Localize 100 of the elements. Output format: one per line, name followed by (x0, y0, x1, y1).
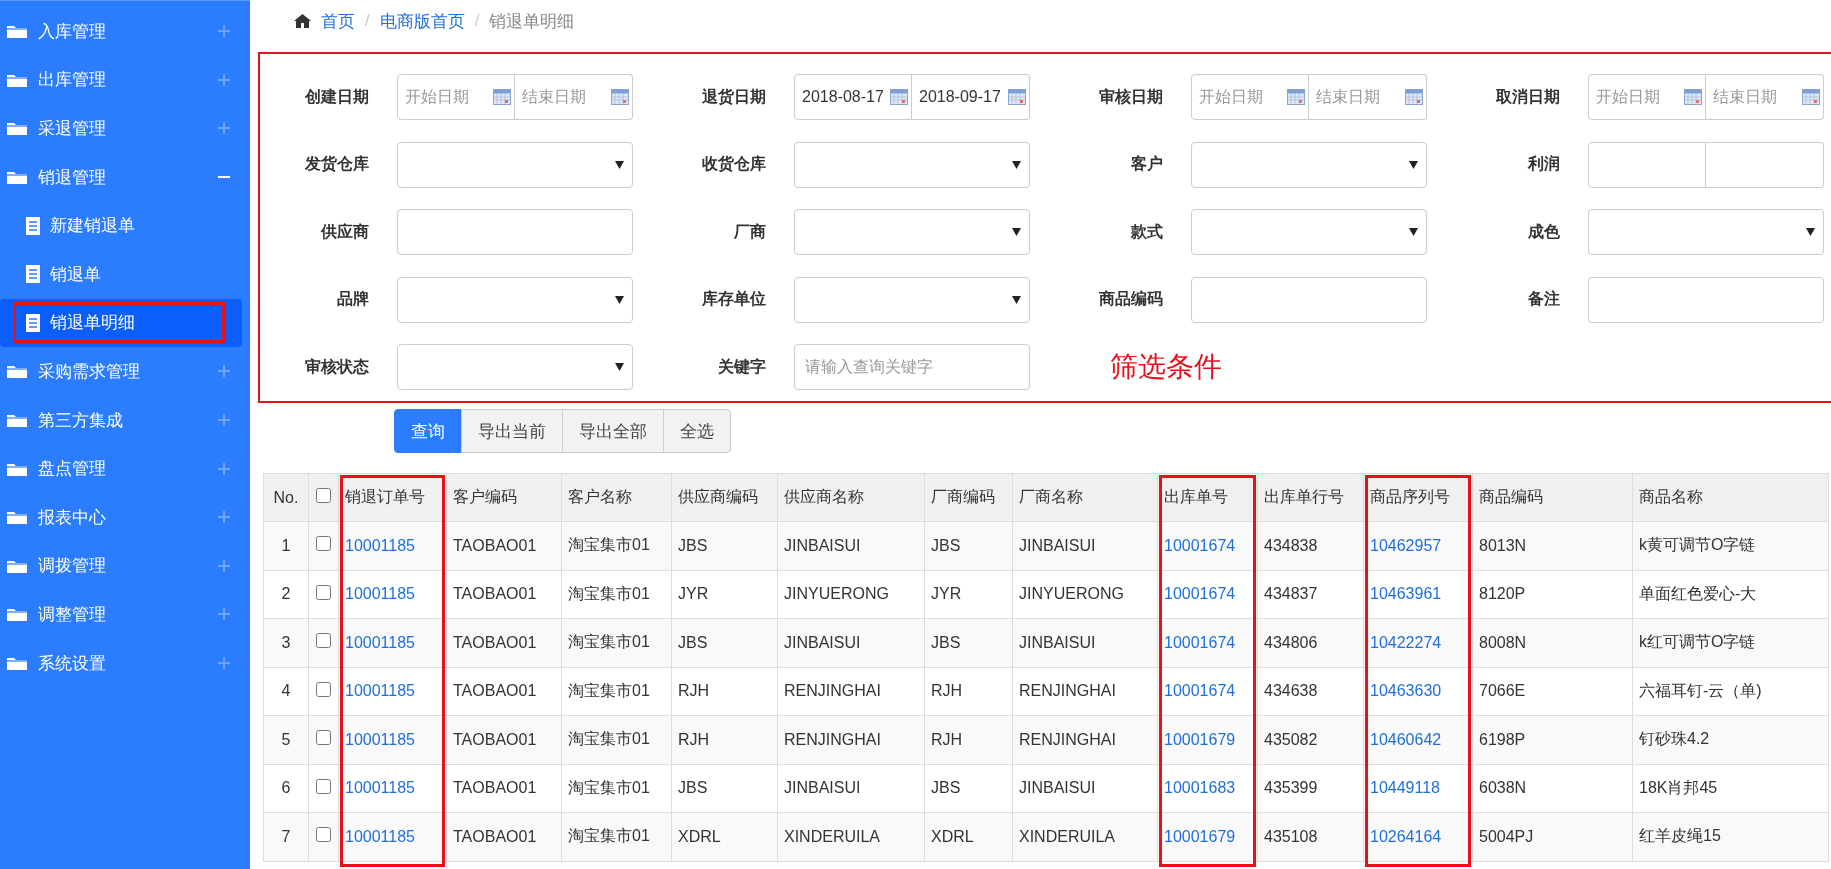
input-field[interactable] (397, 209, 633, 255)
home-icon[interactable] (294, 14, 311, 28)
expand-icon[interactable] (218, 365, 230, 378)
max-input-field[interactable] (1706, 141, 1824, 188)
row-checkbox[interactable] (316, 681, 331, 697)
breadcrumb-link[interactable]: 电商版首页 (379, 9, 465, 33)
toolbar-button[interactable]: 导出全部 (562, 409, 664, 453)
date-field[interactable]: 开始日期 (397, 74, 515, 120)
sidebar-item[interactable]: 入库管理 (0, 7, 250, 56)
expand-icon[interactable] (218, 414, 230, 427)
input-field[interactable] (1588, 276, 1824, 323)
expand-icon[interactable] (218, 25, 230, 38)
calendar-icon[interactable] (1684, 89, 1702, 105)
sidebar-subitem[interactable]: 销退单明细 (0, 298, 242, 348)
row-number: 6 (263, 764, 309, 813)
table-cell: 434806 (1257, 618, 1364, 667)
sidebar-item[interactable]: 出库管理 (0, 55, 250, 105)
column-header: 客户编码 (446, 473, 562, 522)
date-field[interactable]: 结束日期 (1309, 74, 1427, 120)
sidebar-item[interactable]: 第三方集成 (0, 395, 250, 445)
row-checkbox[interactable] (316, 730, 331, 746)
folder-icon (6, 120, 28, 137)
expand-icon[interactable] (218, 122, 230, 135)
sidebar-item[interactable]: 盘点管理 (0, 444, 250, 493)
select-field[interactable] (397, 276, 633, 323)
table-cell: 434838 (1257, 521, 1364, 570)
select-field[interactable] (397, 344, 633, 390)
toolbar-button[interactable]: 全选 (663, 409, 731, 453)
expand-icon[interactable] (218, 559, 230, 572)
sidebar-item[interactable]: 销退管理 (0, 152, 250, 202)
table-cell: 435399 (1257, 764, 1364, 813)
sidebar-subitem[interactable]: 销退单 (0, 249, 242, 299)
breadcrumb-link[interactable]: 首页 (321, 9, 355, 33)
filter-label: 创建日期 (304, 86, 369, 107)
expand-icon[interactable] (218, 657, 230, 669)
folder-icon (6, 412, 28, 429)
date-field[interactable]: 开始日期 (1588, 74, 1706, 120)
document-icon (26, 216, 40, 235)
row-checkbox[interactable] (316, 584, 331, 600)
calendar-icon[interactable] (890, 89, 908, 105)
min-input-field[interactable] (1588, 141, 1706, 188)
calendar-icon[interactable] (1405, 89, 1423, 105)
select-field[interactable] (794, 276, 1030, 323)
annotation-label: 筛选条件 (1109, 350, 1223, 384)
row-checkbox[interactable] (316, 827, 331, 843)
expand-icon[interactable] (218, 462, 230, 475)
breadcrumb-current[interactable]: 销退单明细 (489, 9, 575, 33)
filter-label: 成色 (1527, 221, 1560, 242)
column-header: 厂商编码 (924, 473, 1013, 522)
table-cell: XINDERUILA (1012, 812, 1158, 861)
table-cell: RENJINGHAI (777, 667, 925, 716)
table-cell: JBS (924, 764, 1013, 813)
select-field[interactable] (1191, 141, 1427, 188)
date-field[interactable]: 结束日期 (515, 74, 633, 120)
row-checkbox[interactable] (316, 536, 331, 552)
row-checkbox[interactable] (316, 633, 331, 649)
input-field[interactable]: 请输入查询关键字 (794, 344, 1030, 390)
calendar-icon[interactable] (1287, 89, 1305, 105)
input-field[interactable] (1191, 276, 1427, 323)
sidebar-item[interactable]: 调整管理 (0, 590, 250, 639)
folder-icon (6, 606, 28, 623)
calendar-icon[interactable] (1802, 89, 1820, 105)
sidebar-item[interactable]: 系统设置 (0, 638, 250, 688)
date-field[interactable]: 2018-08-17 (794, 74, 912, 120)
table-cell: JBS (671, 618, 778, 667)
table-cell: 淘宝集市01 (561, 521, 672, 570)
expand-icon[interactable] (218, 511, 230, 524)
calendar-icon[interactable] (493, 89, 511, 105)
toolbar-button[interactable]: 查询 (394, 409, 462, 453)
table-cell: 红羊皮绳15 (1632, 812, 1829, 861)
row-checkbox[interactable] (316, 778, 331, 794)
calendar-icon[interactable] (611, 89, 629, 105)
filter-label: 审核状态 (304, 356, 369, 377)
table-cell: 六福耳钉-云（单) (1632, 667, 1829, 716)
select-field[interactable] (1191, 209, 1427, 255)
table-cell: JINBAISUI (1012, 618, 1158, 667)
select-field[interactable] (794, 141, 1030, 188)
table-cell: TAOBAO01 (446, 667, 562, 716)
select-all-checkbox[interactable] (316, 488, 331, 503)
table-cell: 单面红色爱心-大 (1632, 570, 1829, 619)
date-field[interactable]: 结束日期 (1706, 74, 1824, 120)
toolbar-button[interactable]: 导出当前 (461, 409, 563, 453)
table-cell: RENJINGHAI (1012, 715, 1158, 764)
sidebar-item[interactable]: 报表中心 (0, 492, 250, 542)
date-field[interactable]: 2018-09-17 (912, 74, 1030, 120)
expand-icon[interactable] (218, 73, 230, 86)
select-field[interactable] (397, 141, 633, 188)
caret-icon (1806, 228, 1815, 236)
select-field[interactable] (1588, 209, 1824, 255)
sidebar-item[interactable]: 采退管理 (0, 104, 250, 153)
folder-icon (6, 509, 28, 526)
select-field[interactable] (794, 209, 1030, 255)
calendar-icon[interactable] (1008, 89, 1026, 105)
table-cell: JINBAISUI (777, 618, 925, 667)
date-field[interactable]: 开始日期 (1191, 74, 1309, 120)
expand-icon[interactable] (218, 608, 230, 621)
sidebar-item[interactable]: 采购需求管理 (0, 347, 250, 396)
column-header: 厂商名称 (1012, 473, 1158, 522)
sidebar-item[interactable]: 调拨管理 (0, 541, 250, 591)
sidebar-subitem[interactable]: 新建销退单 (0, 201, 242, 250)
